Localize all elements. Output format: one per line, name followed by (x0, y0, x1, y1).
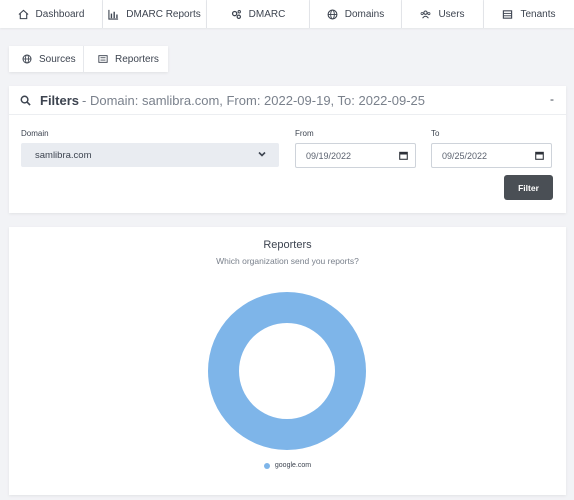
list-icon (98, 55, 108, 63)
to-label: To (431, 129, 440, 138)
cogs-icon (231, 9, 241, 19)
chevron-down-icon (258, 151, 266, 157)
to-date-input[interactable]: 09/25/2022 (431, 143, 552, 168)
domain-select[interactable]: samlibra.com (21, 143, 279, 167)
donut-chart (208, 292, 366, 450)
collapse-button[interactable]: - (550, 92, 554, 106)
top-navigation: Dashboard DMARC Reports DMARC Domains Us… (0, 0, 574, 28)
legend-item[interactable]: google.com (263, 462, 312, 469)
tab-label: Reporters (115, 53, 159, 65)
filters-header[interactable]: Filters - Domain: samlibra.com, From: 20… (9, 86, 566, 115)
donut-slice-google-com[interactable] (208, 292, 366, 450)
tab-label: Sources (39, 53, 76, 65)
chart-legend: google.com (9, 462, 566, 469)
nav-tab-label: Dashboard (35, 8, 85, 20)
reporters-chart-card: Reporters Which organization send you re… (9, 227, 566, 495)
globe-icon (327, 9, 338, 19)
nav-tab-tenants[interactable]: Tenants (484, 0, 574, 28)
nav-tab-label: Domains (344, 8, 385, 20)
from-date-input[interactable]: 09/19/2022 (295, 143, 416, 168)
filters-summary: - Domain: samlibra.com, From: 2022-09-19… (82, 92, 425, 108)
legend-label: google.com (274, 462, 312, 469)
from-label: From (295, 129, 314, 138)
bar-chart-icon (108, 9, 119, 20)
nav-tab-label: DMARC Reports (126, 8, 201, 20)
users-icon (421, 10, 431, 18)
globe-icon (22, 54, 32, 64)
calendar-icon[interactable] (535, 151, 544, 160)
home-icon (18, 9, 28, 19)
from-date-value: 09/19/2022 (306, 150, 352, 161)
nav-tab-dashboard[interactable]: Dashboard (0, 0, 103, 28)
to-date-value: 09/25/2022 (442, 150, 488, 161)
filter-button[interactable]: Filter (504, 175, 553, 200)
domain-select-value: samlibra.com (35, 149, 92, 161)
nav-tab-label: Tenants (520, 8, 556, 20)
nav-tab-dmarc-reports[interactable]: DMARC Reports (103, 0, 207, 28)
sub-navigation: Sources Reporters (9, 46, 168, 72)
calendar-icon[interactable] (399, 151, 408, 160)
legend-dot (263, 462, 270, 469)
filters-panel: Filters - Domain: samlibra.com, From: 20… (9, 86, 566, 213)
nav-tab-label: DMARC (248, 8, 286, 20)
tenants-icon (503, 9, 513, 19)
domain-label: Domain (21, 129, 49, 138)
nav-tab-dmarc[interactable]: DMARC (207, 0, 310, 28)
tab-reporters[interactable]: Reporters (84, 46, 168, 72)
nav-tab-users[interactable]: Users (402, 0, 484, 28)
nav-tab-label: Users (438, 8, 465, 20)
tab-sources[interactable]: Sources (9, 46, 84, 72)
nav-tab-domains[interactable]: Domains (310, 0, 402, 28)
filters-title: Filters (40, 92, 80, 108)
search-icon (20, 95, 31, 106)
